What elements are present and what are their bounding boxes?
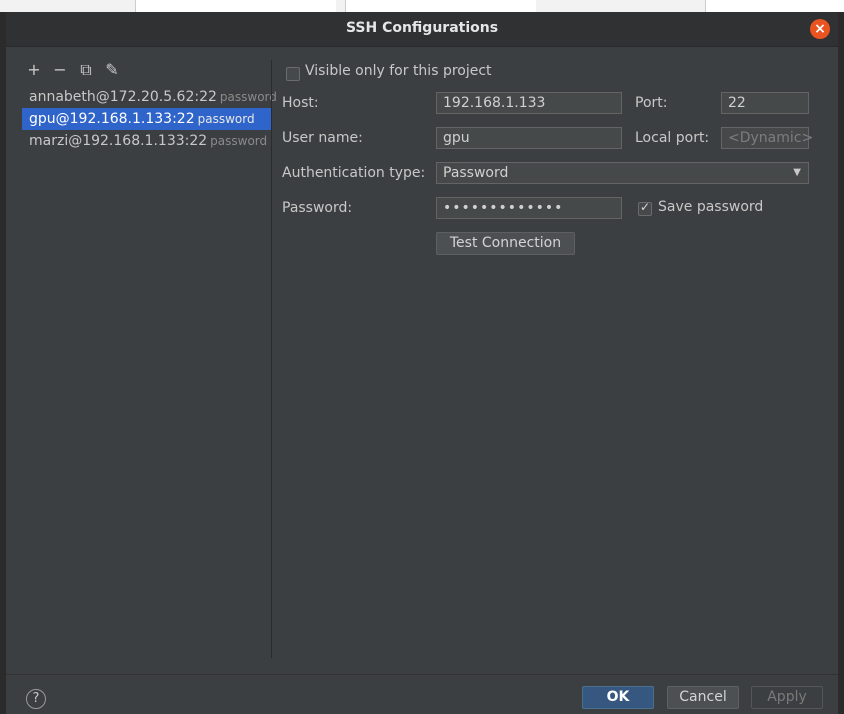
background-app — [0, 0, 844, 12]
help-button[interactable]: ? — [26, 689, 46, 709]
title-bar: SSH Configurations × — [6, 12, 838, 47]
config-auth-type: password — [210, 134, 268, 148]
dialog-title: SSH Configurations — [345, 20, 499, 36]
edit-icon[interactable]: ✎ — [102, 60, 122, 80]
close-icon: × — [814, 21, 826, 37]
config-name: gpu@192.168.1.133:22 — [29, 111, 195, 127]
remove-icon[interactable]: − — [50, 60, 70, 80]
host-input[interactable]: 192.168.1.133 — [436, 92, 622, 114]
apply-button[interactable]: Apply — [751, 686, 823, 709]
password-input[interactable]: ••••••••••••• — [436, 197, 622, 219]
panel-divider — [271, 60, 272, 658]
config-list: annabeth@172.20.5.62:22 password gpu@192.… — [22, 84, 277, 658]
add-icon[interactable]: + — [24, 60, 44, 80]
config-auth-type: password — [197, 112, 255, 126]
auth-type-label: Authentication type: — [282, 165, 426, 181]
port-input[interactable]: 22 — [721, 92, 809, 114]
footer-separator — [6, 674, 838, 675]
copy-icon[interactable]: ⧉ — [76, 60, 96, 80]
save-password-label: Save password — [658, 199, 764, 215]
config-name: marzi@192.168.1.133:22 — [29, 133, 208, 149]
config-auth-type: password — [219, 90, 277, 104]
local-port-label: Local port: — [635, 130, 710, 146]
auth-type-value: Password — [443, 165, 509, 181]
ssh-configurations-dialog: SSH Configurations × + − ⧉ ✎ annabeth@17… — [6, 12, 838, 714]
password-label: Password: — [282, 200, 353, 216]
visible-only-label: Visible only for this project — [305, 63, 492, 79]
config-item-annabeth[interactable]: annabeth@172.20.5.62:22 password — [22, 86, 277, 108]
config-item-gpu[interactable]: gpu@192.168.1.133:22 password — [22, 108, 271, 130]
background-doc — [345, 0, 536, 12]
config-item-marzi[interactable]: marzi@192.168.1.133:22 password — [22, 130, 271, 152]
close-button[interactable]: × — [810, 19, 830, 39]
user-name-input[interactable]: gpu — [436, 127, 622, 149]
host-label: Host: — [282, 95, 319, 111]
save-password-checkbox[interactable] — [638, 200, 652, 216]
background-right-edge — [838, 12, 844, 714]
auth-type-select[interactable]: Password ▼ — [436, 162, 809, 184]
background-doc — [705, 0, 844, 12]
test-connection-button[interactable]: Test Connection — [436, 232, 575, 255]
background-doc — [135, 0, 336, 12]
config-name: annabeth@172.20.5.62:22 — [29, 89, 217, 105]
visible-only-checkbox[interactable] — [286, 67, 300, 81]
chevron-down-icon: ▼ — [793, 167, 801, 178]
local-port-input[interactable]: <Dynamic> — [721, 127, 813, 149]
port-label: Port: — [635, 95, 668, 111]
cancel-button[interactable]: Cancel — [667, 686, 739, 709]
user-name-label: User name: — [282, 130, 363, 146]
ok-button[interactable]: OK — [582, 686, 654, 709]
